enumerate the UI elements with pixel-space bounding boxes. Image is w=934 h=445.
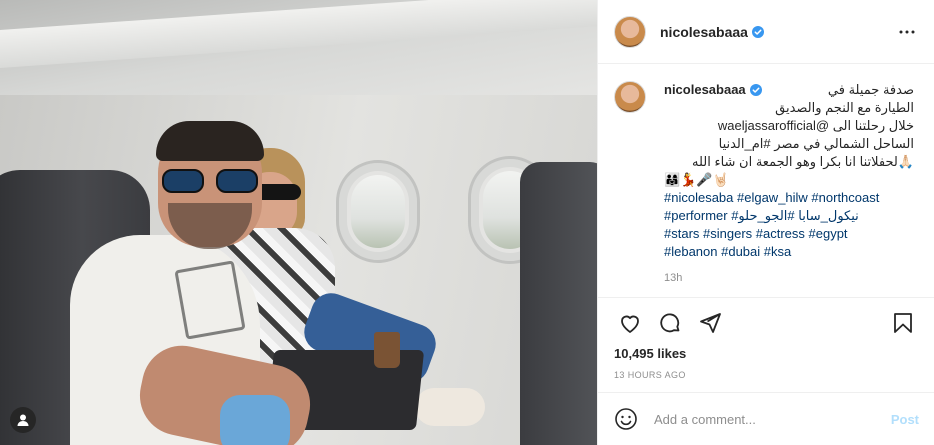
hashtag-line-1[interactable]: #nicolesaba #elgaw_hilw #northcoast [664,189,914,207]
add-comment-bar: Post [598,392,934,445]
comments-area[interactable]: nicolesabaaa صدفة جميلة في الطيارة مع ال… [598,65,934,297]
caption-line-1: صدفة جميلة في [827,82,914,97]
comment-input[interactable] [654,411,891,427]
hashtag-line-3[interactable]: #stars #singers #actress #egypt [664,225,914,243]
post-side-panel: nicolesabaaa nicolesabaaa صدفة جميلة في [597,0,934,445]
post-timestamp[interactable]: 13 HOURS AGO [614,370,686,380]
caption-username[interactable]: nicolesabaaa [664,81,746,99]
caption-line-2: الطيارة مع النجم والصديق [775,100,914,115]
caption-line-6: 👨‍👩‍👧💃🎤🤘🏻 [664,172,729,187]
man-figure [70,121,318,445]
tagged-users-icon[interactable] [10,407,36,433]
more-options-icon[interactable] [895,20,919,44]
avatar[interactable] [614,81,646,113]
verified-badge-icon [751,25,764,38]
hashtag-line-2[interactable]: #performer #نيكول_سابا #الجو_حلو [664,207,914,225]
post-photo[interactable] [0,0,597,445]
share-icon[interactable] [690,303,730,343]
caption: nicolesabaaa صدفة جميلة في الطيارة مع ال… [664,81,914,287]
caption-line-4: الساحل الشمالي في مصر #ام_الدنيا [718,136,914,151]
bookmark-icon[interactable] [883,303,923,343]
caption-time: 13h [664,272,683,284]
heart-icon[interactable] [610,303,650,343]
likes-count[interactable]: 10,495 likes [614,346,686,361]
coffee-cup [374,332,400,368]
emoji-icon[interactable] [614,407,638,431]
hashtag-line-4[interactable]: #lebanon #dubai #ksa [664,243,914,261]
post-comment-button[interactable]: Post [891,412,919,427]
header-username[interactable]: nicolesabaaa [660,24,748,40]
caption-line-3: خلال رحلتنا الى @waeljassarofficial [717,118,914,133]
action-bar [598,297,934,347]
post-header: nicolesabaaa [598,0,934,64]
verified-badge-icon [749,84,762,96]
caption-row: nicolesabaaa صدفة جميلة في الطيارة مع ال… [614,81,919,287]
avatar[interactable] [614,15,646,48]
seat-right [520,162,597,445]
caption-line-5: 🙏🏻لحفلاتنا انا بكرا وهو الجمعة ان شاء ال… [692,154,914,169]
comment-icon[interactable] [650,303,690,343]
